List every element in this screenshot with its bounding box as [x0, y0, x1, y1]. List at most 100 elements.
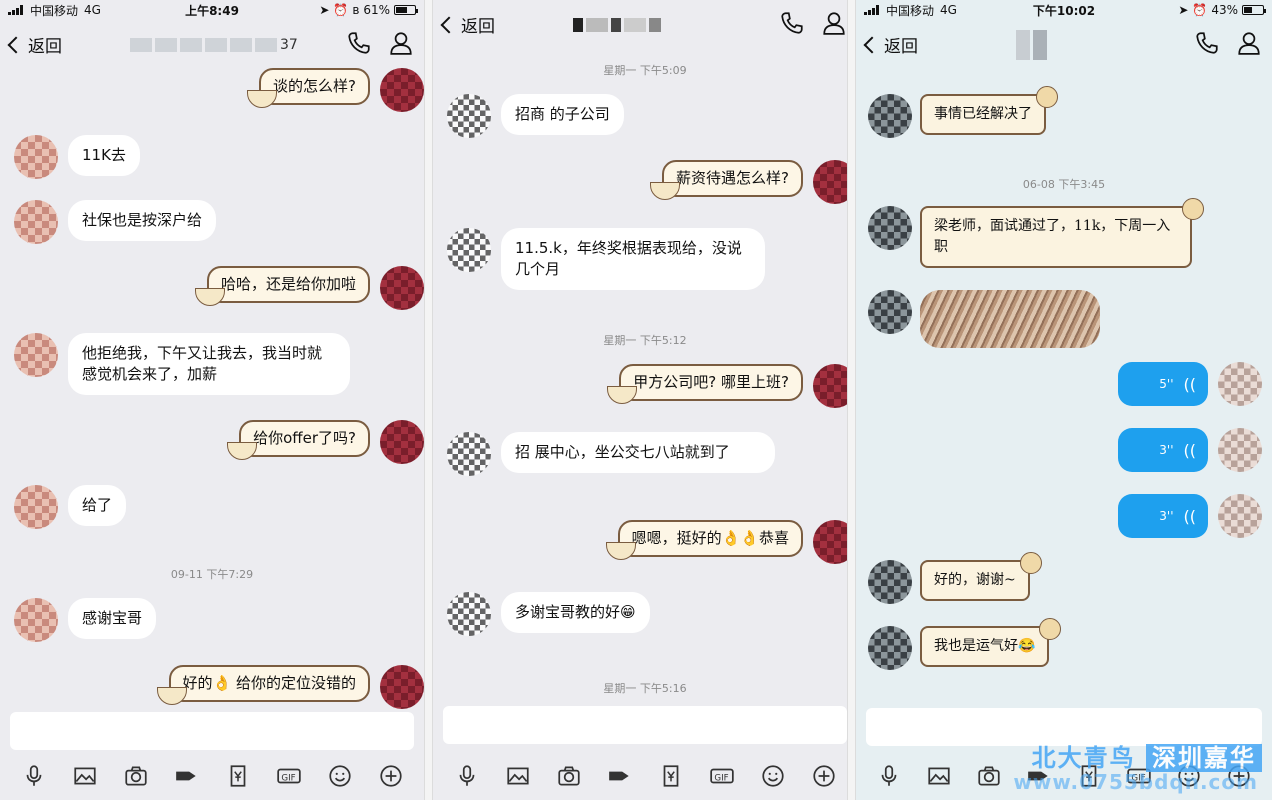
- back-button[interactable]: 返回: [7, 32, 62, 57]
- avatar[interactable]: [447, 94, 491, 138]
- message-bubble[interactable]: 哈哈，还是给你加啦: [206, 266, 370, 303]
- avatar[interactable]: [868, 560, 912, 604]
- chevron-left-icon: [440, 16, 458, 33]
- message-left: 他拒绝我，下午又让我去，我当时就感觉机会来了，加薪: [14, 333, 350, 395]
- message-bubble[interactable]: 好的，谢谢~: [920, 560, 1030, 601]
- avatar[interactable]: [14, 135, 58, 179]
- message-bubble[interactable]: 梁老师，面试通过了，11k，下周一入职: [920, 206, 1192, 268]
- message-right: 给你offer了吗?: [227, 420, 424, 464]
- microphone-icon[interactable]: [454, 763, 480, 793]
- message-bubble[interactable]: 好的👌 给你的定位没错的: [168, 665, 370, 702]
- composite-screenshot: 中国移动 4G 上午8:49 ➤ ⏰ ʙ 61% 返回 37 谈的怎么样? 11…: [0, 0, 1272, 800]
- microphone-icon[interactable]: [21, 763, 47, 793]
- carrier-label: 中国移动: [886, 3, 935, 18]
- avatar[interactable]: [447, 432, 491, 476]
- avatar[interactable]: [14, 485, 58, 529]
- message-left: 好的，谢谢~: [868, 552, 1042, 604]
- red-packet-icon[interactable]: [607, 763, 633, 793]
- phone-icon[interactable]: [1194, 30, 1220, 56]
- gif-icon[interactable]: GIF: [709, 763, 735, 793]
- blurred-image-message[interactable]: [920, 290, 1100, 348]
- avatar[interactable]: [868, 94, 912, 138]
- voice-message[interactable]: 5'' ((: [1118, 362, 1208, 406]
- message-bubble[interactable]: 我也是运气好😂: [920, 626, 1050, 667]
- avatar[interactable]: [1218, 494, 1262, 538]
- avatar[interactable]: [14, 200, 58, 244]
- timestamp: 星期一 下午5:12: [603, 334, 687, 347]
- message-bubble[interactable]: 多谢宝哥教的好😁: [501, 592, 650, 633]
- message-input[interactable]: [443, 706, 847, 744]
- microphone-icon[interactable]: [876, 763, 902, 793]
- battery-percent: 43%: [1211, 3, 1238, 17]
- avatar[interactable]: [1218, 362, 1262, 406]
- profile-icon[interactable]: [388, 30, 414, 56]
- camera-icon[interactable]: [976, 763, 1002, 793]
- gif-icon[interactable]: GIF: [276, 763, 302, 793]
- camera-icon[interactable]: [556, 763, 582, 793]
- voice-wave-icon: ((: [1183, 374, 1196, 394]
- avatar[interactable]: [868, 290, 912, 334]
- bubble-decoration-icon: [1036, 86, 1058, 108]
- profile-icon[interactable]: [821, 10, 847, 36]
- avatar[interactable]: [1218, 428, 1262, 472]
- contact-name-blurred: [573, 12, 661, 38]
- camera-icon[interactable]: [123, 763, 149, 793]
- message-bubble[interactable]: 谈的怎么样?: [259, 68, 370, 105]
- message-input[interactable]: [10, 712, 414, 750]
- location-icon: ➤: [319, 3, 330, 17]
- watermark-url: www.0755bdqn.com: [1013, 770, 1258, 794]
- image-icon[interactable]: [505, 763, 531, 793]
- voice-message[interactable]: 3'' ((: [1118, 494, 1208, 538]
- emoji-icon[interactable]: [760, 763, 786, 793]
- message-bubble[interactable]: 招 展中心，坐公交七八站就到了: [501, 432, 775, 473]
- message-bubble[interactable]: 薪资待遇怎么样?: [662, 160, 803, 197]
- message-bubble[interactable]: 社保也是按深户给: [68, 200, 217, 241]
- plus-icon[interactable]: [811, 763, 837, 793]
- phone-icon[interactable]: [779, 10, 805, 36]
- avatar[interactable]: [14, 598, 58, 642]
- message-bubble[interactable]: 给了: [68, 485, 127, 526]
- message-bubble[interactable]: 他拒绝我，下午又让我去，我当时就感觉机会来了，加薪: [68, 333, 350, 395]
- message-left: 招商 的子公司: [447, 94, 624, 138]
- emoji-icon[interactable]: [327, 763, 353, 793]
- bubble-decoration-icon: [194, 288, 225, 306]
- message-bubble[interactable]: 11K去: [68, 135, 140, 176]
- phone-icon[interactable]: [346, 30, 372, 56]
- avatar[interactable]: [380, 266, 424, 310]
- back-button[interactable]: 返回: [863, 32, 918, 57]
- message-left: 招 展中心，坐公交七八站就到了: [447, 432, 775, 476]
- avatar[interactable]: [868, 206, 912, 250]
- message-bubble[interactable]: 给你offer了吗?: [239, 420, 370, 457]
- image-icon[interactable]: [926, 763, 952, 793]
- avatar[interactable]: [380, 68, 424, 112]
- plus-icon[interactable]: [378, 763, 404, 793]
- voice-message[interactable]: 3'' ((: [1118, 428, 1208, 472]
- avatar[interactable]: [868, 626, 912, 670]
- contact-name-tail: 37: [280, 37, 298, 53]
- avatar[interactable]: [380, 665, 424, 709]
- back-label: 返回: [28, 37, 62, 57]
- contact-name-blurred: 37: [130, 32, 298, 58]
- avatar[interactable]: [447, 228, 491, 272]
- red-packet-icon[interactable]: [174, 763, 200, 793]
- back-button[interactable]: 返回: [440, 12, 495, 37]
- alarm-icon: ⏰: [1192, 3, 1208, 17]
- transfer-icon[interactable]: [225, 763, 251, 793]
- message-left: 事情已经解决了: [868, 86, 1058, 138]
- bubble-decoration-icon: [156, 687, 187, 705]
- profile-icon[interactable]: [1236, 30, 1262, 56]
- message-bubble[interactable]: 嗯嗯，挺好的👌👌恭喜: [617, 520, 803, 557]
- carrier-label: 中国移动: [30, 3, 79, 18]
- avatar[interactable]: [447, 592, 491, 636]
- message-bubble[interactable]: 11.5.k，年终奖根据表现给，没说几个月: [501, 228, 765, 290]
- transfer-icon[interactable]: [658, 763, 684, 793]
- message-bubble[interactable]: 感谢宝哥: [68, 598, 157, 639]
- message-bubble[interactable]: 甲方公司吧? 哪里上班?: [619, 364, 803, 401]
- timestamp: 星期一 下午5:09: [603, 64, 687, 77]
- image-icon[interactable]: [72, 763, 98, 793]
- message-bubble[interactable]: 事情已经解决了: [920, 94, 1046, 135]
- message-bubble[interactable]: 招商 的子公司: [501, 94, 624, 135]
- avatar[interactable]: [14, 333, 58, 377]
- avatar[interactable]: [380, 420, 424, 464]
- bubble-decoration-icon: [1182, 198, 1204, 220]
